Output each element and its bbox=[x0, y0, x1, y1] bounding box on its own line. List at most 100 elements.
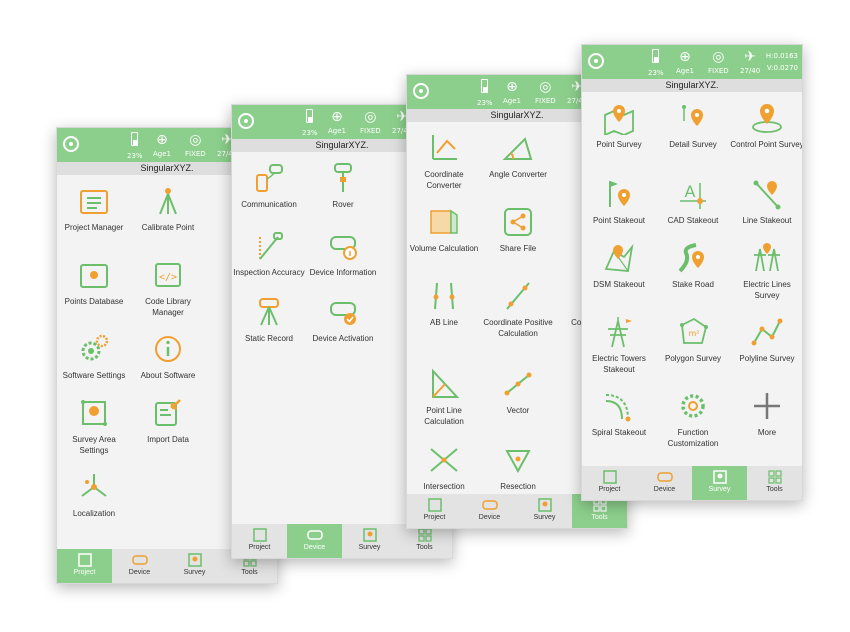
line-stakeout-button[interactable]: Line Stakeout bbox=[730, 177, 802, 226]
tab-survey[interactable]: Survey bbox=[692, 466, 747, 500]
code-library-manager-button[interactable]: </> Code Library Manager bbox=[131, 258, 205, 318]
survey-area-settings-button[interactable]: Survey Area Settings bbox=[57, 396, 131, 456]
volume-calculation-button[interactable]: Volume Calculation bbox=[407, 205, 481, 254]
bottom-tab-bar: Project Device Survey Tools bbox=[582, 466, 802, 500]
item-label: More bbox=[757, 428, 777, 437]
item-label: Vector bbox=[506, 406, 530, 415]
ab-line-icon bbox=[433, 282, 455, 310]
control-point-survey-button[interactable]: Control Point Survey bbox=[730, 101, 802, 150]
device-information-button[interactable]: Device Information bbox=[306, 229, 380, 278]
tab-tools[interactable]: Tools bbox=[747, 466, 802, 500]
target-icon: ◎ bbox=[712, 49, 725, 65]
item-label: Point Line Calculation bbox=[424, 406, 464, 426]
volume-icon bbox=[430, 209, 458, 234]
globe-icon: ⊕ bbox=[506, 79, 518, 95]
stake-road-button[interactable]: Stake Road bbox=[656, 241, 730, 290]
electric-lines-survey-button[interactable]: Electric Lines Survey bbox=[730, 241, 802, 301]
software-settings-button[interactable]: Software Settings bbox=[57, 332, 131, 381]
tab-device[interactable]: Device bbox=[462, 494, 517, 528]
bottom-tab-bar: Project Device Survey Tools bbox=[232, 524, 452, 558]
tab-device[interactable]: Device bbox=[287, 524, 342, 558]
point-line-calculation-button[interactable]: Point Line Calculation bbox=[407, 367, 481, 427]
target-icon: ◎ bbox=[189, 132, 202, 148]
battery-status: 23% bbox=[648, 47, 664, 77]
coordinate-positive-calculation-button[interactable]: Coordinate Positive Calculation bbox=[481, 279, 555, 339]
cad-stakeout-button[interactable]: A CAD Stakeout bbox=[656, 177, 730, 226]
tab-label: Project bbox=[598, 486, 621, 493]
fix-status: ◎ FIXED bbox=[360, 109, 381, 135]
device-activation-button[interactable]: Device Activation bbox=[306, 295, 380, 344]
angle-converter-button[interactable]: Angle Converter bbox=[481, 131, 555, 180]
back-icon[interactable] bbox=[588, 53, 604, 69]
calibrate-point-button[interactable]: Calibrate Point bbox=[131, 184, 205, 233]
item-label: Points Database bbox=[64, 297, 124, 306]
item-label: Electric Lines Survey bbox=[743, 280, 791, 300]
tab-label: Tools bbox=[766, 486, 783, 493]
electric-towers-stakeout-button[interactable]: Electric Towers Stakeout bbox=[582, 315, 656, 375]
item-label: Point Stakeout bbox=[592, 216, 646, 225]
back-icon[interactable] bbox=[413, 83, 429, 99]
back-icon[interactable] bbox=[63, 136, 79, 152]
item-label: Line Stakeout bbox=[742, 216, 792, 225]
tripod-icon bbox=[159, 188, 177, 215]
survey-screen: 23% ⊕ Age1 ◎ FIXED ✈ 27/40 H:0.0163 V:0.0270… bbox=[581, 44, 803, 501]
tab-tools[interactable]: Tools bbox=[397, 524, 452, 558]
more-button[interactable]: More bbox=[730, 389, 802, 438]
spiral-stakeout-button[interactable]: Spiral Stakeout bbox=[582, 389, 656, 438]
item-label: Device Activation bbox=[312, 334, 374, 343]
back-icon[interactable] bbox=[238, 113, 254, 129]
tab-project[interactable]: Project bbox=[582, 466, 637, 500]
target-icon: ◎ bbox=[364, 109, 377, 125]
project-tab-icon bbox=[252, 528, 267, 542]
point-survey-button[interactable]: Point Survey bbox=[582, 101, 656, 150]
communication-icon bbox=[256, 164, 283, 192]
tab-device[interactable]: Device bbox=[637, 466, 692, 500]
resection-button[interactable]: Resection bbox=[481, 443, 555, 492]
rover-icon bbox=[334, 163, 352, 192]
point-line-icon bbox=[432, 368, 460, 398]
item-label: Resection bbox=[500, 482, 536, 491]
device-tab-icon bbox=[131, 555, 148, 565]
localization-button[interactable]: Localization bbox=[57, 470, 131, 519]
svg-text:m²: m² bbox=[689, 329, 700, 338]
static-record-button[interactable]: Static Record bbox=[232, 295, 306, 344]
project-manager-button[interactable]: Project Manager bbox=[57, 184, 131, 233]
polyline-survey-button[interactable]: Polyline Survey bbox=[730, 315, 802, 364]
share-icon bbox=[504, 208, 532, 236]
tab-label: Survey bbox=[358, 544, 381, 551]
globe-icon: ⊕ bbox=[679, 49, 691, 65]
device-activation-icon bbox=[330, 302, 356, 325]
tab-survey[interactable]: Survey bbox=[342, 524, 397, 558]
tab-label: Survey bbox=[708, 486, 731, 493]
inspection-accuracy-button[interactable]: Inspection Accuracy bbox=[232, 229, 306, 278]
tab-survey[interactable]: Survey bbox=[517, 494, 572, 528]
item-label: Share File bbox=[499, 244, 537, 253]
about-software-button[interactable]: About Software bbox=[131, 332, 205, 381]
item-label: CAD Stakeout bbox=[667, 216, 719, 225]
polygon-survey-button[interactable]: m² Polygon Survey bbox=[656, 315, 730, 364]
item-label: Polyline Survey bbox=[739, 354, 795, 363]
detail-survey-button[interactable]: Detail Survey bbox=[656, 101, 730, 150]
dsm-stakeout-button[interactable]: DSM Stakeout bbox=[582, 241, 656, 290]
coordinate-converter-button[interactable]: Coordinate Converter bbox=[407, 131, 481, 191]
battery-icon bbox=[652, 49, 660, 63]
rover-button[interactable]: Rover bbox=[306, 161, 380, 210]
tab-project[interactable]: Project bbox=[232, 524, 287, 558]
import-data-button[interactable]: Import Data bbox=[131, 396, 205, 445]
share-file-button[interactable]: Share File bbox=[481, 205, 555, 254]
point-stakeout-button[interactable]: Point Stakeout bbox=[582, 177, 656, 226]
tab-project[interactable]: Project bbox=[407, 494, 462, 528]
line-stakeout-icon bbox=[753, 180, 781, 210]
tab-survey[interactable]: Survey bbox=[167, 549, 222, 583]
survey-tab-icon bbox=[712, 470, 727, 484]
ab-line-button[interactable]: AB Line bbox=[407, 279, 481, 328]
function-customization-button[interactable]: Function Customization bbox=[656, 389, 730, 449]
communication-button[interactable]: Communication bbox=[232, 161, 306, 210]
tab-project[interactable]: Project bbox=[57, 549, 112, 583]
points-database-button[interactable]: Points Database bbox=[57, 258, 131, 307]
polygon-icon: m² bbox=[680, 317, 708, 344]
vector-button[interactable]: Vector bbox=[481, 367, 555, 416]
tab-device[interactable]: Device bbox=[112, 549, 167, 583]
control-point-icon bbox=[752, 104, 782, 133]
battery-icon bbox=[131, 132, 139, 146]
